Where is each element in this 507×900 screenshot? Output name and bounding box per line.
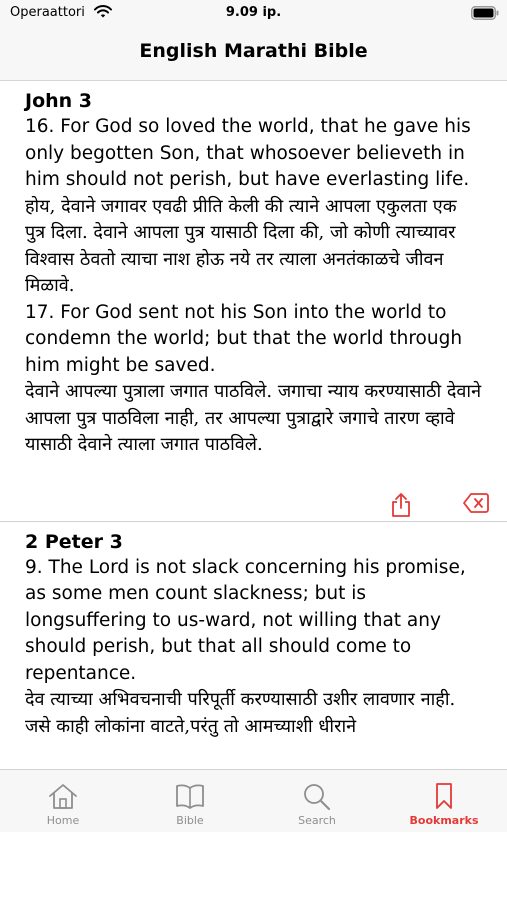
tab-label: Bible [176, 814, 204, 827]
house-icon [49, 784, 77, 809]
status-bar: Operaattori 9.09 ip. [0, 0, 507, 28]
verse-english: 9. The Lord is not slack concerning his … [25, 556, 466, 684]
status-time: 9.09 ip. [225, 5, 282, 20]
bookmarks-list[interactable]: John 3 16. For God so loved the world, t… [0, 81, 507, 769]
nav-title: English Marathi Bible [139, 40, 368, 62]
battery-icon [471, 6, 499, 24]
verse-english: 17. For God sent not his Son into the wo… [25, 301, 463, 376]
bookmark-card: 2 Peter 3 9. The Lord is not slack conce… [0, 520, 507, 741]
verse-marathi: होय, देवाने जगावर एवढी प्रीति केली की त्… [25, 195, 457, 297]
bookmark-card: John 3 16. For God so loved the world, t… [0, 81, 507, 521]
verse-marathi: देवाने आपल्या पुत्राला जगात पाठविले. जगा… [25, 381, 482, 455]
navigation-bar: English Marathi Bible [0, 28, 507, 81]
bookmark-actions [25, 459, 489, 521]
magnifier-icon [304, 784, 330, 810]
delete-bookmark-icon[interactable] [463, 492, 489, 514]
tab-label: Bookmarks [409, 814, 479, 827]
bookmark-reference: John 3 [25, 90, 93, 112]
book-icon [176, 784, 204, 809]
tab-home[interactable]: Home [0, 770, 126, 832]
verse-marathi: देव त्याच्या अभिवचनाची परिपूर्ती करण्यास… [25, 689, 456, 737]
share-icon[interactable] [389, 492, 413, 518]
bookmark-reference: 2 Peter 3 [25, 530, 123, 553]
tab-bible[interactable]: Bible [127, 770, 253, 832]
bookmark-icon [436, 783, 452, 809]
tab-bar: Home Bible Search Bookmarks [0, 769, 507, 832]
tab-label: Home [46, 814, 80, 827]
tab-label: Search [298, 814, 336, 827]
verse-english: 16. For God so loved the world, that he … [25, 116, 471, 190]
tab-bookmarks[interactable]: Bookmarks [381, 770, 507, 832]
tab-search[interactable]: Search [254, 770, 380, 832]
